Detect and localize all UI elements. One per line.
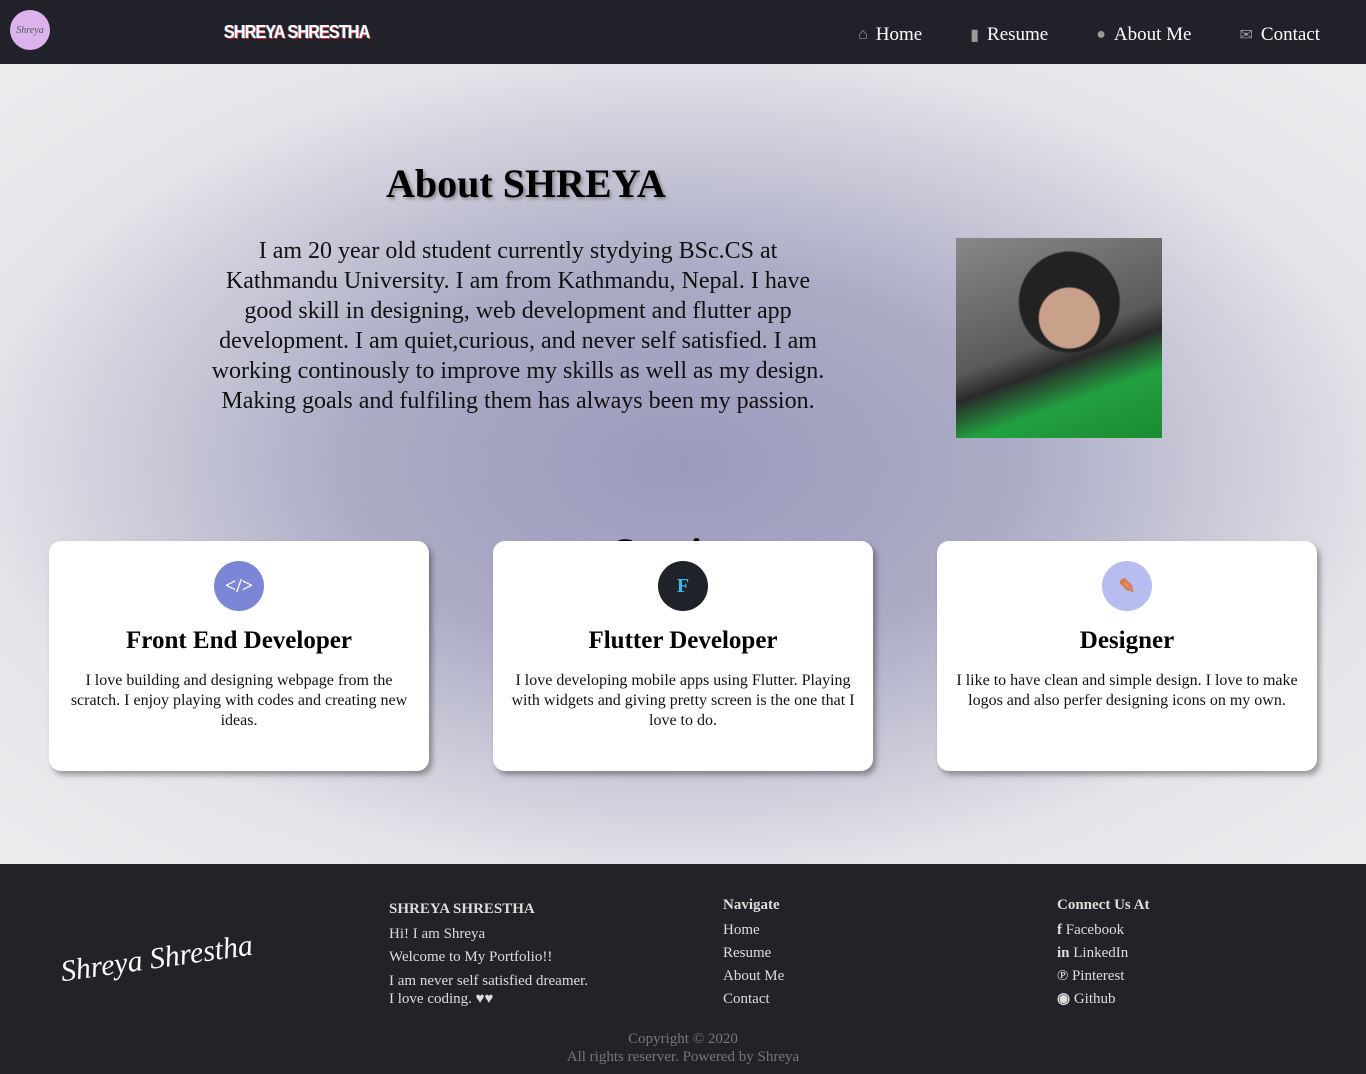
rights-text: All rights reserver. Powered by Shreya (566, 1049, 800, 1065)
footer-link-github[interactable]: ◉ Github (1057, 988, 1150, 1011)
service-card-designer: ✎ Designer I like to have clean and simp… (937, 541, 1317, 771)
footer-about: SHREYA SHRESTHA Hi! I am Shreya Welcome … (389, 898, 589, 1008)
service-text: I love building and designing webpage fr… (70, 672, 408, 729)
nav-label: Resume (987, 24, 1049, 45)
footer-heading: SHREYA SHRESTHA (389, 901, 535, 917)
nav-about[interactable]: ● About Me (1096, 24, 1191, 46)
footer-line: I am never self satisfied dreamer. I lov… (389, 973, 589, 1007)
link-label: Pinterest (1071, 968, 1125, 984)
pencil-ruler-icon: ✎ (1102, 561, 1152, 611)
envelope-icon: ✉ (1239, 27, 1253, 44)
nav-label: Home (875, 24, 923, 45)
nav-home[interactable]: ⌂ Home (858, 24, 922, 46)
file-icon: ▮ (970, 27, 980, 44)
footer-link-facebook[interactable]: f Facebook (1057, 919, 1150, 942)
copyright: Copyright © 2020 All rights reserver. Po… (0, 1030, 1366, 1066)
link-label: LinkedIn (1073, 945, 1129, 961)
nav-menu: ⌂ Home ▮ Resume ● About Me ✉ Contact (858, 24, 1320, 46)
footer-line: Welcome to My Portfolio!! (389, 949, 553, 965)
linkedin-icon: in (1057, 945, 1070, 961)
main-content: About SHREYA I am 20 year old student cu… (0, 64, 1366, 864)
service-card-flutter: F Flutter Developer I love developing mo… (493, 541, 873, 771)
nav-label: Contact (1260, 24, 1320, 45)
footer-link-contact[interactable]: Contact (723, 988, 784, 1011)
logo[interactable]: Shreya (10, 10, 50, 50)
footer: Shreya Shrestha SHREYA SHRESTHA Hi! I am… (0, 864, 1366, 1074)
facebook-icon: f (1057, 922, 1062, 938)
user-icon: ● (1096, 26, 1106, 43)
about-title: About SHREYA (386, 161, 666, 206)
about-text: I am 20 year old student currently stydy… (211, 238, 825, 414)
nav-contact[interactable]: ✉ Contact (1239, 24, 1320, 46)
link-label: Github (1073, 991, 1116, 1007)
home-icon: ⌂ (858, 26, 868, 43)
footer-link-pinterest[interactable]: ℗ Pinterest (1057, 965, 1150, 988)
footer-line: Hi! I am Shreya (389, 926, 486, 942)
brand-name[interactable]: SHREYA SHRESTHA (224, 22, 370, 43)
nav-resume[interactable]: ▮ Resume (970, 24, 1048, 46)
copyright-text: Copyright © 2020 (628, 1031, 738, 1047)
link-label: Facebook (1065, 922, 1125, 938)
navbar: Shreya SHREYA SHRESTHA ⌂ Home ▮ Resume ● Ab… (0, 0, 1366, 64)
footer-connect: Connect Us At f Facebook in LinkedIn ℗ P… (1057, 894, 1150, 1011)
service-title: Designer (1079, 627, 1175, 654)
service-text: I like to have clean and simple design. … (956, 672, 1298, 709)
flutter-icon: F (658, 561, 708, 611)
nav-label: About Me (1113, 24, 1192, 45)
profile-photo (956, 238, 1162, 438)
footer-link-about[interactable]: About Me (723, 965, 784, 988)
service-card-frontend: </> Front End Developer I love building … (49, 541, 429, 771)
footer-link-linkedin[interactable]: in LinkedIn (1057, 942, 1150, 965)
service-text: I love developing mobile apps using Flut… (511, 672, 855, 729)
footer-heading: Connect Us At (1057, 897, 1150, 913)
footer-link-resume[interactable]: Resume (723, 942, 784, 965)
code-icon: </> (214, 561, 264, 611)
service-title: Flutter Developer (588, 627, 778, 654)
footer-navigate: Navigate Home Resume About Me Contact (723, 894, 784, 1011)
signature-logo: Shreya Shrestha (58, 928, 255, 989)
github-icon: ◉ (1057, 991, 1071, 1007)
service-title: Front End Developer (126, 627, 352, 654)
footer-heading: Navigate (723, 897, 780, 913)
footer-link-home[interactable]: Home (723, 919, 784, 942)
pinterest-icon: ℗ (1057, 968, 1069, 984)
